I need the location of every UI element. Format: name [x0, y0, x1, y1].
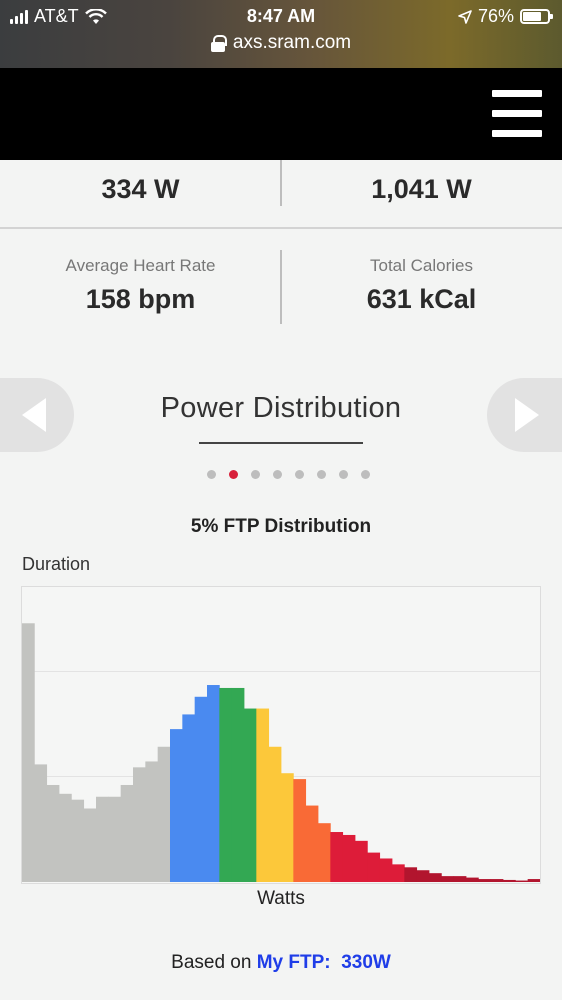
histogram-bar — [170, 729, 183, 882]
histogram-bar — [34, 764, 48, 882]
histogram-bar — [96, 796, 109, 882]
stat-value: 631 kCal — [366, 284, 477, 314]
title-underline — [199, 442, 363, 444]
battery-icon — [520, 9, 553, 24]
histogram-bar — [367, 852, 381, 882]
stat-divider — [280, 160, 282, 206]
histogram-bar — [330, 832, 344, 882]
histogram-bar — [379, 858, 393, 882]
stat-left: 334 W — [0, 166, 281, 205]
histogram-bar — [59, 793, 72, 882]
stat-value: 1,041 W — [371, 174, 472, 204]
address-bar[interactable]: axs.sram.com — [0, 32, 562, 54]
ftp-label: My FTP: — [256, 952, 331, 973]
status-bar: AT&T 8:47 AM 76% axs.sram.com — [0, 0, 562, 68]
pagination-dot[interactable] — [228, 470, 238, 479]
hamburger-menu-icon[interactable] — [492, 90, 542, 138]
site-header — [0, 68, 562, 160]
power-distribution-chart — [21, 586, 541, 884]
histogram-bar — [478, 879, 492, 882]
histogram-bar — [404, 867, 418, 882]
histogram-bar — [22, 623, 35, 882]
histogram-bar — [490, 879, 504, 882]
histogram-bar — [527, 879, 540, 882]
pagination-dot[interactable] — [206, 470, 216, 479]
pagination-dot[interactable] — [272, 470, 282, 479]
stat-total-calories: Total Calories 631 kCal — [281, 256, 562, 315]
stat-label: Total Calories — [370, 256, 473, 275]
histogram-bar — [429, 873, 442, 882]
histogram-bar — [194, 696, 208, 882]
stat-divider — [280, 250, 282, 324]
histogram-bar — [293, 779, 307, 882]
histogram-bar — [182, 714, 196, 882]
ftp-note-prefix: Based on — [171, 952, 252, 973]
stat-right: 1,041 W — [281, 166, 562, 205]
my-ftp-link[interactable]: My FTP: 330W — [257, 952, 391, 973]
histogram-bar — [244, 708, 257, 882]
chart-plot — [22, 623, 540, 882]
histogram-bar — [503, 879, 516, 882]
ftp-note: Based on My FTP: 330W — [0, 952, 562, 974]
histogram-bar — [231, 687, 245, 882]
histogram-bar — [515, 880, 529, 882]
location-arrow-icon — [458, 9, 472, 24]
status-right: 76% — [458, 6, 553, 27]
section-title: Power Distribution — [160, 392, 402, 424]
histogram-bar — [120, 784, 134, 882]
histogram-bar — [305, 805, 319, 882]
x-axis-label: Watts — [257, 888, 305, 909]
stat-label: Average Heart Rate — [65, 256, 216, 275]
histogram-bar — [83, 808, 97, 882]
chart-title: 5% FTP Distribution — [190, 516, 372, 537]
carousel-pagination — [0, 470, 562, 479]
stat-value: 158 bpm — [85, 284, 196, 314]
histogram-bar — [133, 767, 146, 882]
histogram-bar — [466, 877, 479, 882]
histogram-bar — [281, 773, 294, 882]
lock-icon — [210, 35, 227, 52]
histogram-bar — [453, 876, 467, 882]
histogram-bar — [207, 685, 220, 882]
histogram-bar — [256, 708, 270, 882]
histogram-bar — [318, 823, 331, 882]
histogram-bar — [145, 761, 159, 882]
stat-avg-heart-rate: Average Heart Rate 158 bpm — [0, 256, 281, 315]
histogram-bar — [157, 746, 171, 882]
histogram-bar — [441, 876, 455, 882]
pagination-dot[interactable] — [294, 470, 304, 479]
url-text: axs.sram.com — [232, 32, 352, 53]
histogram-bar — [392, 864, 405, 882]
histogram-bar — [416, 870, 430, 882]
histogram-bar — [268, 746, 282, 882]
divider — [0, 227, 562, 229]
histogram-bar — [108, 796, 122, 882]
y-axis-label: Duration — [22, 554, 91, 574]
pagination-dot[interactable] — [250, 470, 260, 479]
histogram-bar — [46, 784, 60, 882]
histogram-bar — [71, 799, 85, 882]
histogram-bar — [355, 840, 368, 882]
histogram-bar — [342, 834, 356, 882]
histogram-bar — [219, 687, 233, 882]
stat-value: 334 W — [101, 174, 180, 204]
battery-percent: 76% — [477, 6, 514, 26]
pagination-dot[interactable] — [360, 470, 370, 479]
ftp-value: 330W — [341, 952, 391, 973]
pagination-dot[interactable] — [316, 470, 326, 479]
pagination-dot[interactable] — [338, 470, 348, 479]
